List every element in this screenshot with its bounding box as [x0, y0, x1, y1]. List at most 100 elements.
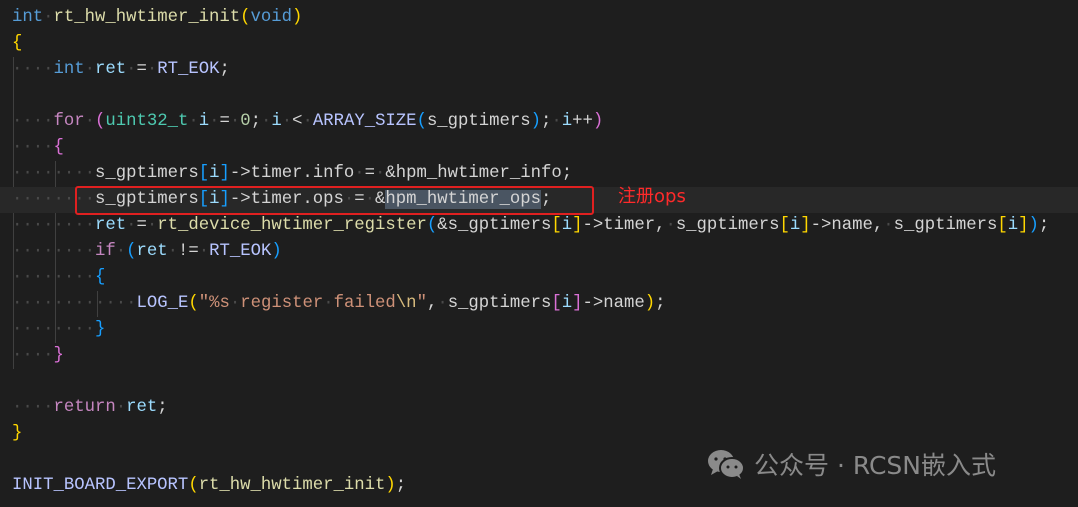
code-token: "%s·register·failed — [198, 294, 396, 313]
code-token: ret — [95, 216, 127, 235]
code-token: ->name — [582, 294, 645, 313]
code-token: ( — [240, 8, 251, 27]
code-token: ; — [655, 294, 666, 313]
code-line[interactable]: ····return·ret; — [12, 395, 1078, 421]
code-token: rt_device_hwtimer_register — [157, 216, 427, 235]
code-line[interactable]: int·rt_hw_hwtimer_init(void) — [12, 5, 1078, 31]
code-token: ) — [644, 294, 656, 313]
code-token: i — [209, 164, 220, 183]
code-token: i — [198, 112, 210, 131]
code-token: { — [95, 268, 106, 287]
code-token: ) — [592, 112, 604, 131]
code-token: RT_EOK — [157, 60, 220, 79]
code-token: ->name,·s_gptimers — [810, 216, 998, 235]
code-token: ; — [395, 476, 407, 495]
code-token: ; — [219, 60, 230, 79]
code-token: ···· — [12, 60, 54, 79]
code-token: ·!=· — [167, 242, 210, 261]
code-token: int — [53, 60, 85, 79]
code-token: ] — [1018, 216, 1029, 235]
code-token: · — [43, 8, 54, 27]
code-line[interactable]: ········{ — [12, 265, 1078, 291]
code-token: for — [53, 112, 85, 131]
code-token: { — [12, 34, 23, 53]
code-line[interactable]: ····} — [12, 343, 1078, 369]
code-token: · — [115, 398, 127, 417]
watermark: 公众号 · RCSN嵌入式 — [706, 446, 996, 482]
code-line[interactable]: { — [12, 31, 1078, 57]
code-token: ) — [292, 8, 303, 27]
code-token: ) — [271, 242, 282, 261]
code-token: [ — [551, 294, 562, 313]
code-token: " — [416, 294, 427, 313]
code-token: s_gptimers — [426, 112, 531, 131]
code-token: INIT_BOARD_EXPORT — [12, 476, 189, 495]
code-token: ·<· — [281, 112, 313, 131]
code-token: ] — [572, 294, 583, 313]
code-token: void — [250, 8, 293, 27]
code-token: · — [84, 112, 95, 131]
code-token: ARRAY_SIZE — [312, 112, 417, 131]
code-line[interactable] — [12, 369, 1078, 395]
code-token: ( — [126, 242, 137, 261]
code-token: ) — [530, 112, 542, 131]
code-token: ; — [1038, 216, 1050, 235]
code-token: LOG_E — [136, 294, 189, 313]
code-token: ( — [416, 112, 427, 131]
code-editor[interactable]: int·rt_hw_hwtimer_init(void){····int·ret… — [0, 5, 1078, 499]
code-token: ;· — [250, 112, 272, 131]
code-token: ···· — [12, 398, 54, 417]
watermark-text: 公众号 · RCSN嵌入式 — [754, 451, 996, 480]
code-token: ] — [219, 164, 230, 183]
code-token: ( — [188, 476, 199, 495]
code-line[interactable]: } — [12, 421, 1078, 447]
code-token: } — [53, 346, 64, 365]
code-token: RT_EOK — [209, 242, 272, 261]
code-token: ret — [95, 60, 127, 79]
code-token: ············ — [12, 294, 137, 313]
code-token: ( — [426, 216, 438, 235]
code-line[interactable]: ········if·(ret·!=·RT_EOK) — [12, 239, 1078, 265]
code-token: ,·s_gptimers — [426, 294, 552, 313]
code-token: i — [561, 294, 573, 313]
code-token: [ — [198, 164, 210, 183]
code-line[interactable]: ····for·(uint32_t·i·=·0;·i·<·ARRAY_SIZE(… — [12, 109, 1078, 135]
code-token: ( — [95, 112, 106, 131]
code-token: ->timer,·s_gptimers — [582, 216, 780, 235]
code-line[interactable]: ············LOG_E("%s·register·failed\n"… — [12, 291, 1078, 317]
code-token: [ — [779, 216, 790, 235]
code-token: ········ — [12, 242, 95, 261]
code-line[interactable]: ········ret·=·rt_device_hwtimer_register… — [12, 213, 1078, 239]
code-token: return — [53, 398, 116, 417]
code-token: ···· — [12, 138, 54, 157]
code-token: i — [1007, 216, 1019, 235]
code-token: ] — [572, 216, 583, 235]
code-token: 0 — [240, 112, 251, 131]
code-token: ·=· — [126, 216, 158, 235]
code-token: ········ — [12, 268, 95, 287]
code-token: rt_hw_hwtimer_init — [53, 8, 241, 27]
wechat-icon — [708, 450, 745, 479]
code-token: rt_hw_hwtimer_init — [198, 476, 386, 495]
code-token: ++ — [572, 112, 593, 131]
code-line[interactable]: ····{ — [12, 135, 1078, 161]
code-token: ) — [385, 476, 396, 495]
code-token: if — [95, 242, 116, 261]
code-line[interactable] — [12, 83, 1078, 109]
code-token: ret — [136, 242, 168, 261]
code-line[interactable]: ····int·ret·=·RT_EOK; — [12, 57, 1078, 83]
code-token: · — [84, 60, 95, 79]
code-token: uint32_t — [105, 112, 189, 131]
code-token: i — [271, 112, 282, 131]
code-line[interactable]: ········s_gptimers[i]->timer.info·=·&hpm… — [12, 161, 1078, 187]
code-token: &s_gptimers — [437, 216, 552, 235]
code-token: ; — [157, 398, 168, 417]
code-line[interactable]: ········} — [12, 317, 1078, 343]
code-token: i — [789, 216, 801, 235]
code-token: [ — [997, 216, 1008, 235]
code-token: ] — [800, 216, 811, 235]
code-token: { — [53, 138, 64, 157]
code-token: ···· — [12, 112, 54, 131]
code-token: ········ — [12, 164, 95, 183]
code-token: ret — [126, 398, 158, 417]
